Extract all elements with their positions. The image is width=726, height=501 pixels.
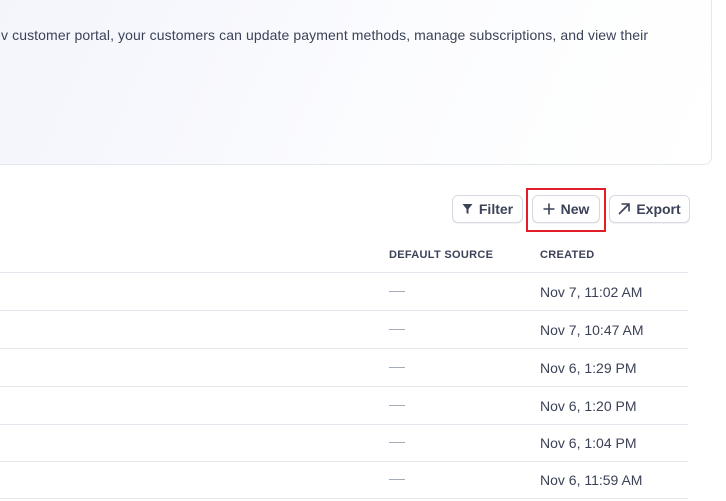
default-source-empty	[389, 367, 405, 368]
default-source-empty	[389, 291, 405, 292]
table-row[interactable]: Nov 6, 1:20 PM	[0, 387, 688, 425]
table-row[interactable]: Nov 6, 1:29 PM	[0, 349, 688, 387]
filter-button[interactable]: Filter	[452, 195, 523, 223]
filter-button-label: Filter	[478, 201, 514, 217]
created-cell: Nov 6, 1:04 PM	[540, 435, 637, 451]
arrow-up-right-icon	[618, 203, 631, 215]
table-row[interactable]: Nov 6, 11:59 AM	[0, 461, 688, 499]
export-button[interactable]: Export	[609, 195, 690, 223]
default-source-empty	[389, 405, 405, 406]
new-button[interactable]: New	[532, 195, 600, 223]
created-cell: Nov 6, 1:20 PM	[540, 398, 637, 414]
created-cell: Nov 6, 1:29 PM	[540, 360, 637, 376]
created-cell: Nov 6, 11:59 AM	[540, 472, 643, 488]
default-source-empty	[389, 329, 405, 330]
banner-description: v customer portal, your customers can up…	[1, 27, 649, 43]
customer-portal-banner: v customer portal, your customers can up…	[0, 0, 712, 165]
default-source-empty	[389, 442, 405, 443]
created-cell: Nov 7, 11:02 AM	[540, 284, 643, 300]
plus-icon	[543, 203, 555, 215]
default-source-empty	[389, 479, 405, 480]
filter-icon	[462, 203, 473, 215]
table-row[interactable]: Nov 7, 11:02 AM	[0, 273, 688, 311]
column-header-default-source[interactable]: DEFAULT SOURCE	[389, 249, 493, 261]
created-cell: Nov 7, 10:47 AM	[540, 322, 644, 338]
export-button-label: Export	[636, 201, 681, 217]
table-row[interactable]: Nov 6, 1:04 PM	[0, 424, 688, 462]
column-header-created[interactable]: CREATED	[540, 249, 594, 261]
new-button-label: New	[560, 201, 590, 217]
table-row[interactable]: Nov 7, 10:47 AM	[0, 311, 688, 349]
